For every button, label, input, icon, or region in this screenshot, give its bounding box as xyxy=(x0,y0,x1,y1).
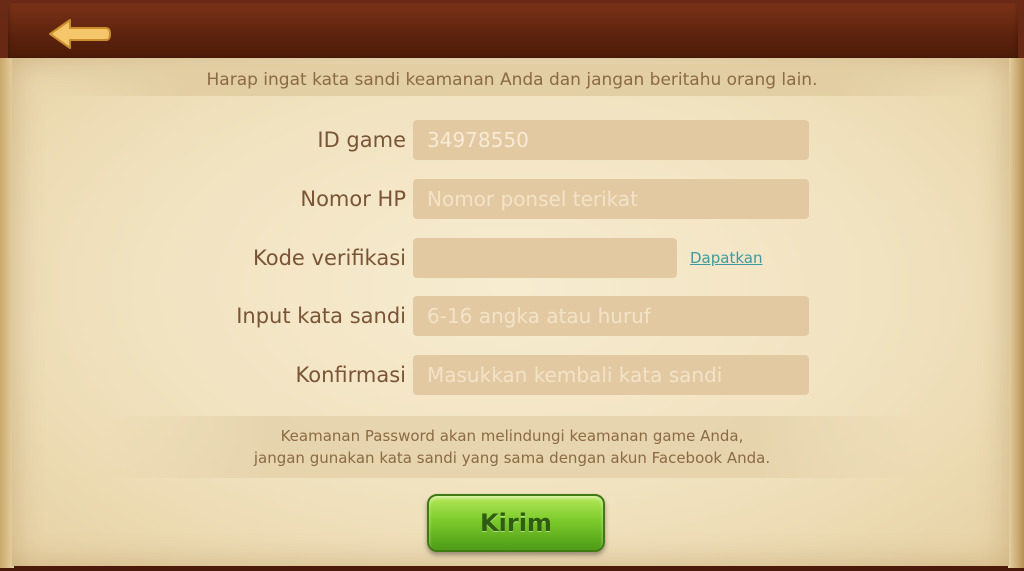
password-info: Keamanan Password akan melindungi keaman… xyxy=(100,425,924,469)
security-notice: Harap ingat kata sandi keamanan Anda dan… xyxy=(206,70,818,90)
label-phone: Nomor HP xyxy=(300,187,406,211)
label-verification-code: Kode verifikasi xyxy=(253,246,406,270)
password-placeholder: 6-16 angka atau huruf xyxy=(427,304,651,328)
label-password: Input kata sandi xyxy=(236,304,406,328)
phone-placeholder: Nomor ponsel terikat xyxy=(427,187,638,211)
confirm-password-input[interactable]: Masukkan kembali kata sandi xyxy=(413,355,809,395)
game-id-field[interactable]: 34978550 xyxy=(413,120,809,160)
password-input[interactable]: 6-16 angka atau huruf xyxy=(413,296,809,336)
phone-input[interactable]: Nomor ponsel terikat xyxy=(413,179,809,219)
label-game-id: ID game xyxy=(317,128,406,152)
info-line-1: Keamanan Password akan melindungi keaman… xyxy=(280,427,744,445)
paper-edge-right xyxy=(1008,58,1024,568)
info-line-2: jangan gunakan kata sandi yang sama deng… xyxy=(253,449,771,467)
label-confirm: Konfirmasi xyxy=(295,363,406,387)
top-bar xyxy=(8,3,1018,61)
arrow-left-icon xyxy=(49,19,111,49)
confirm-placeholder: Masukkan kembali kata sandi xyxy=(427,363,723,387)
verification-code-input[interactable] xyxy=(413,238,677,278)
submit-button[interactable]: Kirim xyxy=(427,494,605,552)
back-button[interactable] xyxy=(46,17,112,51)
get-code-link[interactable]: Dapatkan xyxy=(690,249,762,267)
submit-label: Kirim xyxy=(480,509,552,537)
